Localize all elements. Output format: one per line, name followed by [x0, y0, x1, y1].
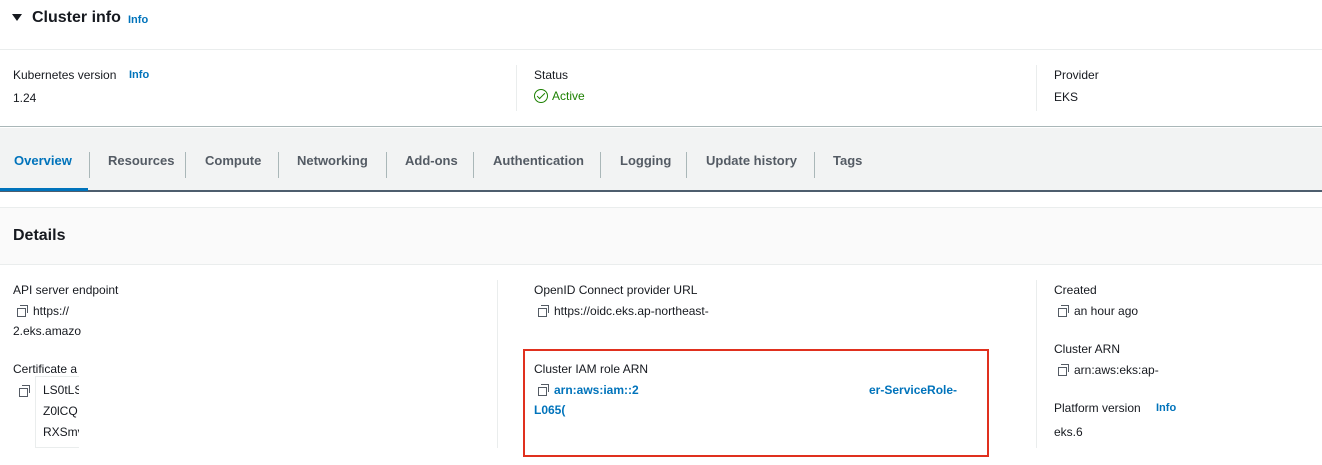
tab-divider — [185, 152, 186, 178]
provider-label: Provider — [1054, 68, 1099, 82]
status-value: Active — [534, 89, 585, 103]
provider-value: EKS — [1054, 90, 1079, 104]
details-header: Details — [0, 208, 1322, 265]
cluster-arn-value: arn:aws:eks:ap- — [1058, 363, 1159, 377]
tab-divider — [89, 152, 90, 178]
kubernetes-version-info-link[interactable]: Info — [129, 69, 149, 81]
cluster-arn-text: arn:aws:eks:ap- — [1074, 363, 1159, 377]
status-label: Status — [534, 68, 569, 82]
details-title: Details — [13, 227, 66, 244]
kubernetes-version-label: Kubernetes version — [13, 68, 117, 82]
api-endpoint-value: https:// — [17, 304, 69, 318]
tab-divider — [278, 152, 279, 178]
copy-icon[interactable] — [17, 305, 28, 317]
certificate-line: Z0lCQ — [43, 404, 78, 418]
tab-divider — [473, 152, 474, 178]
active-tab-indicator — [0, 188, 88, 191]
tab-divider — [686, 152, 687, 178]
platform-version-value: eks.6 — [1054, 425, 1083, 439]
copy-icon[interactable] — [19, 385, 30, 397]
column-divider — [497, 280, 498, 448]
tab-resources[interactable]: Resources — [108, 153, 174, 168]
oidc-value: https://oidc.eks.ap-northeast- — [538, 304, 709, 318]
copy-icon[interactable] — [1058, 305, 1069, 317]
tab-compute[interactable]: Compute — [205, 153, 261, 168]
tab-networking[interactable]: Networking — [297, 153, 368, 168]
created-value: an hour ago — [1058, 304, 1138, 318]
certificate-line: RXSmv — [43, 425, 79, 439]
tab-authentication[interactable]: Authentication — [493, 153, 584, 168]
column-divider — [1036, 280, 1037, 448]
cluster-info-header: Cluster info Info — [0, 0, 1322, 50]
tab-bar: Overview Resources Compute Networking Ad… — [0, 128, 1322, 192]
status-text: Active — [552, 89, 585, 103]
platform-version-info-link[interactable]: Info — [1156, 402, 1176, 414]
copy-icon[interactable] — [1058, 364, 1069, 376]
tab-overview[interactable]: Overview — [14, 153, 72, 168]
api-endpoint-text: https:// — [33, 304, 70, 318]
api-endpoint-label: API server endpoint — [13, 283, 119, 297]
tab-logging[interactable]: Logging — [620, 153, 671, 168]
tab-tags[interactable]: Tags — [833, 153, 862, 168]
created-text: an hour ago — [1074, 304, 1139, 318]
created-label: Created — [1054, 283, 1097, 297]
certificate-line: LS0tLS — [43, 383, 79, 397]
copy-icon[interactable] — [538, 305, 549, 317]
oidc-label: OpenID Connect provider URL — [534, 283, 698, 297]
column-divider — [1036, 65, 1037, 111]
tab-divider — [386, 152, 387, 178]
certificate-label: Certificate a — [13, 362, 78, 376]
certificate-box: LS0tLS Z0lCQ RXSmv — [35, 376, 79, 448]
cluster-arn-label: Cluster ARN — [1054, 342, 1121, 356]
oidc-url-text: https://oidc.eks.ap-northeast- — [554, 304, 709, 318]
tab-divider — [600, 152, 601, 178]
highlight-box — [523, 349, 989, 457]
platform-version-label: Platform version — [1054, 401, 1141, 415]
api-endpoint-line2: 2.eks.amazo — [13, 324, 82, 338]
caret-down-icon[interactable] — [12, 14, 22, 21]
column-divider — [516, 65, 517, 111]
cluster-info-info-link[interactable]: Info — [128, 14, 148, 26]
tab-update-history[interactable]: Update history — [706, 153, 797, 168]
tab-divider — [814, 152, 815, 178]
cluster-info-title: Cluster info — [32, 9, 121, 26]
cluster-summary: Kubernetes version Info 1.24 Status Acti… — [0, 51, 1322, 127]
kubernetes-version-value: 1.24 — [13, 91, 37, 105]
tab-add-ons[interactable]: Add-ons — [405, 153, 458, 168]
check-circle-icon — [534, 89, 548, 103]
